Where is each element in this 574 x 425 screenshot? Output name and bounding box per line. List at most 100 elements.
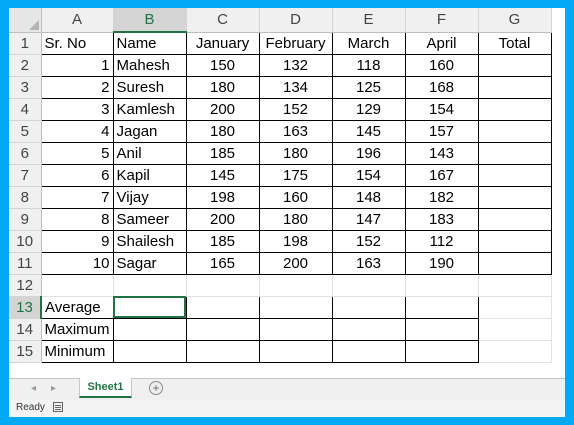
cell-f7[interactable]: 167 [404, 163, 479, 187]
column-header-a[interactable]: A [41, 8, 114, 33]
row-header[interactable]: 6 [9, 142, 42, 165]
cell-a4[interactable]: 3 [40, 97, 114, 121]
cell-b6[interactable]: Anil [112, 141, 187, 165]
cell-a11[interactable]: 10 [40, 251, 114, 275]
cell-d12[interactable] [259, 274, 333, 297]
cell-d3[interactable]: 134 [258, 75, 333, 99]
row-header[interactable]: 10 [9, 230, 42, 253]
cell-f2[interactable]: 160 [404, 53, 479, 77]
cell-b2[interactable]: Mahesh [112, 53, 187, 77]
cell-f13[interactable] [404, 295, 479, 319]
column-header-b[interactable]: B [113, 8, 187, 33]
cell-g8[interactable] [477, 185, 552, 209]
cell-b12[interactable] [113, 274, 187, 297]
cell-e1[interactable]: March [331, 31, 406, 55]
cell-b3[interactable]: Suresh [112, 75, 187, 99]
row-header[interactable]: 3 [9, 76, 42, 99]
cell-f12[interactable] [405, 274, 479, 297]
cell-b13[interactable] [112, 295, 187, 319]
cell-b15[interactable] [112, 339, 187, 363]
cell-d14[interactable] [258, 317, 333, 341]
cell-g1[interactable]: Total [477, 31, 552, 55]
cell-e14[interactable] [331, 317, 406, 341]
cell-g10[interactable] [477, 229, 552, 253]
cell-e11[interactable]: 163 [331, 251, 406, 275]
cell-a7[interactable]: 6 [40, 163, 114, 187]
cell-g2[interactable] [477, 53, 552, 77]
cell-d2[interactable]: 132 [258, 53, 333, 77]
cell-c8[interactable]: 198 [185, 185, 260, 209]
cell-f14[interactable] [404, 317, 479, 341]
cell-b5[interactable]: Jagan [112, 119, 187, 143]
cell-a9[interactable]: 8 [40, 207, 114, 231]
cell-c11[interactable]: 165 [185, 251, 260, 275]
column-header-g[interactable]: G [478, 8, 552, 33]
cell-g9[interactable] [477, 207, 552, 231]
cell-g14[interactable] [478, 318, 552, 341]
cell-a5[interactable]: 4 [40, 119, 114, 143]
cell-c4[interactable]: 200 [185, 97, 260, 121]
cell-b10[interactable]: Shailesh [112, 229, 187, 253]
column-header-d[interactable]: D [259, 8, 333, 33]
cell-f11[interactable]: 190 [404, 251, 479, 275]
cell-b11[interactable]: Sagar [112, 251, 187, 275]
cell-f1[interactable]: April [404, 31, 479, 55]
row-header[interactable]: 15 [9, 340, 42, 363]
cell-a1[interactable]: Sr. No [40, 31, 114, 55]
cell-e3[interactable]: 125 [331, 75, 406, 99]
cell-f10[interactable]: 112 [404, 229, 479, 253]
cell-d10[interactable]: 198 [258, 229, 333, 253]
cell-e4[interactable]: 129 [331, 97, 406, 121]
cell-c12[interactable] [186, 274, 260, 297]
column-header-e[interactable]: E [332, 8, 406, 33]
cell-a14[interactable]: Maximum [40, 317, 114, 341]
cell-g6[interactable] [477, 141, 552, 165]
cell-b7[interactable]: Kapil [112, 163, 187, 187]
cell-d11[interactable]: 200 [258, 251, 333, 275]
cell-e8[interactable]: 148 [331, 185, 406, 209]
row-header[interactable]: 5 [9, 120, 42, 143]
cell-g12[interactable] [478, 274, 552, 297]
cell-d9[interactable]: 180 [258, 207, 333, 231]
cell-e15[interactable] [331, 339, 406, 363]
scroll-tabs-right-icon[interactable]: ▸ [51, 383, 56, 394]
row-header[interactable]: 13 [9, 296, 42, 319]
cell-b8[interactable]: Vijay [112, 185, 187, 209]
cell-b14[interactable] [112, 317, 187, 341]
cell-a13[interactable]: Average [40, 295, 114, 319]
cell-c10[interactable]: 185 [185, 229, 260, 253]
cell-g15[interactable] [478, 340, 552, 363]
cell-f4[interactable]: 154 [404, 97, 479, 121]
add-sheet-icon[interactable]: + [149, 381, 163, 395]
cell-d4[interactable]: 152 [258, 97, 333, 121]
cell-d7[interactable]: 175 [258, 163, 333, 187]
cell-g4[interactable] [477, 97, 552, 121]
cell-f5[interactable]: 157 [404, 119, 479, 143]
cell-g11[interactable] [477, 251, 552, 275]
cell-f8[interactable]: 182 [404, 185, 479, 209]
cell-a12[interactable] [41, 274, 114, 297]
cell-d13[interactable] [258, 295, 333, 319]
cell-c14[interactable] [185, 317, 260, 341]
row-header[interactable]: 12 [9, 274, 42, 297]
cell-c6[interactable]: 185 [185, 141, 260, 165]
cell-c1[interactable]: January [185, 31, 260, 55]
row-header[interactable]: 11 [9, 252, 42, 275]
cell-b4[interactable]: Kamlesh [112, 97, 187, 121]
row-header[interactable]: 7 [9, 164, 42, 187]
cell-c5[interactable]: 180 [185, 119, 260, 143]
cell-f15[interactable] [404, 339, 479, 363]
scroll-tabs-left-icon[interactable]: ◂ [31, 383, 36, 394]
row-header[interactable]: 2 [9, 54, 42, 77]
cell-b9[interactable]: Sameer [112, 207, 187, 231]
row-header[interactable]: 9 [9, 208, 42, 231]
cell-d15[interactable] [258, 339, 333, 363]
cell-e6[interactable]: 196 [331, 141, 406, 165]
cell-c13[interactable] [185, 295, 260, 319]
select-all-corner[interactable] [9, 8, 42, 33]
row-header[interactable]: 8 [9, 186, 42, 209]
cell-e9[interactable]: 147 [331, 207, 406, 231]
cell-f6[interactable]: 143 [404, 141, 479, 165]
cell-a8[interactable]: 7 [40, 185, 114, 209]
cell-a10[interactable]: 9 [40, 229, 114, 253]
